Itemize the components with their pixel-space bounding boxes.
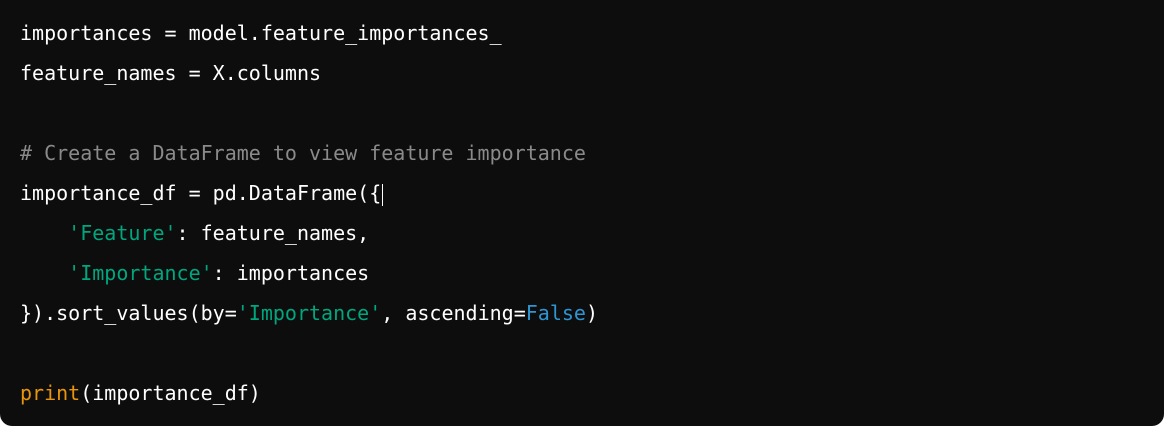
code-line-8: }).sort_values(by='Importance', ascendin…	[20, 293, 1164, 333]
code-text: importances = model.feature_importances_	[20, 21, 502, 45]
text-cursor	[382, 183, 384, 206]
code-text: (importance_df)	[80, 381, 261, 405]
code-text: : importances	[212, 261, 370, 285]
code-text: )	[585, 301, 599, 325]
code-string: 'Importance'	[68, 261, 213, 285]
code-text: feature_names = X.columns	[20, 61, 322, 85]
code-text: importance_df = pd.DataFrame({	[20, 181, 382, 205]
code-string: 'Importance'	[236, 301, 382, 325]
code-line-3-empty	[20, 93, 1164, 133]
code-line-7: 'Importance': importances	[20, 253, 1164, 293]
code-line-2: feature_names = X.columns	[20, 53, 1164, 93]
code-text: , ascending=	[381, 301, 526, 325]
code-block: importances = model.feature_importances_…	[0, 0, 1164, 426]
code-string: 'Feature'	[68, 221, 177, 245]
code-comment: # Create a DataFrame to view feature imp…	[20, 141, 586, 165]
code-boolean: False	[525, 301, 586, 325]
code-text: }).sort_values(by=	[20, 301, 237, 325]
code-line-9-empty	[20, 333, 1164, 373]
code-line-6: 'Feature': feature_names,	[20, 213, 1164, 253]
code-line-1: importances = model.feature_importances_	[20, 13, 1164, 53]
code-line-10: print(importance_df)	[20, 373, 1164, 413]
code-builtin: print	[20, 381, 81, 405]
code-line-5: importance_df = pd.DataFrame({	[20, 173, 1164, 213]
code-text: : feature_names,	[176, 221, 370, 245]
code-line-4: # Create a DataFrame to view feature imp…	[20, 133, 1164, 173]
